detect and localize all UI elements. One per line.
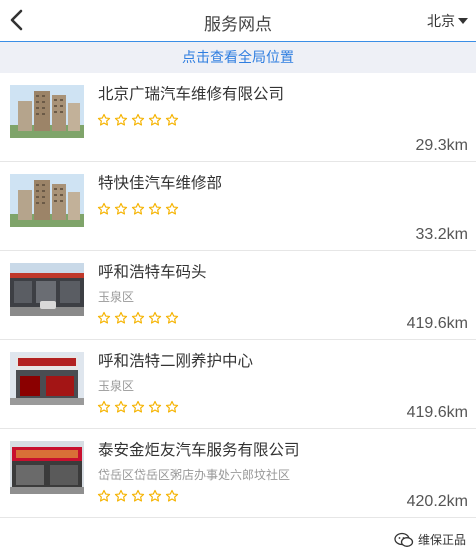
service-outlet-list: 北京广瑞汽车维修有限公司 29.3km 特快佳汽车维修部 33.2km 呼和浩特… bbox=[0, 73, 476, 518]
distance-label: 419.6km bbox=[406, 315, 468, 332]
star-icon bbox=[114, 489, 128, 502]
apartment-building-photo bbox=[10, 85, 84, 138]
distance-label: 419.6km bbox=[406, 404, 468, 421]
distance-label: 29.3km bbox=[415, 137, 468, 154]
rating-stars bbox=[97, 489, 179, 503]
star-icon bbox=[97, 489, 111, 502]
list-item[interactable]: 呼和浩特车码头 玉泉区 419.6km bbox=[0, 251, 476, 340]
star-icon bbox=[114, 202, 128, 215]
outlet-name: 呼和浩特车码头 bbox=[98, 264, 207, 281]
star-icon bbox=[131, 113, 145, 126]
star-icon bbox=[97, 311, 111, 324]
outlet-name: 呼和浩特二刚养护中心 bbox=[98, 353, 254, 370]
city-selector[interactable]: 北京 bbox=[427, 11, 468, 31]
page-title: 服务网点 bbox=[204, 15, 272, 34]
outlet-name: 特快佳汽车维修部 bbox=[98, 175, 223, 192]
star-icon bbox=[148, 489, 162, 502]
district-label: 玉泉区 bbox=[98, 290, 135, 304]
star-icon bbox=[165, 202, 179, 215]
star-icon bbox=[165, 489, 179, 502]
star-icon bbox=[97, 400, 111, 413]
star-icon bbox=[131, 400, 145, 413]
list-item[interactable]: 特快佳汽车维修部 33.2km bbox=[0, 162, 476, 251]
district-label: 玉泉区 bbox=[98, 379, 135, 393]
outlet-name: 泰安金炬友汽车服务有限公司 bbox=[98, 442, 300, 459]
star-icon bbox=[165, 113, 179, 126]
star-icon bbox=[165, 400, 179, 413]
list-item[interactable]: 北京广瑞汽车维修有限公司 29.3km bbox=[0, 73, 476, 162]
garage-storefront-photo bbox=[10, 263, 84, 316]
top-nav-bar: 服务网点 北京 bbox=[0, 0, 476, 42]
caret-down-icon bbox=[458, 18, 468, 24]
list-item[interactable]: 泰安金炬友汽车服务有限公司 岱岳区岱岳区粥店办事处六郎坟社区 420.2km bbox=[0, 429, 476, 518]
red-storefront-photo bbox=[10, 352, 84, 405]
star-icon bbox=[148, 202, 162, 215]
star-icon bbox=[114, 311, 128, 324]
star-icon bbox=[148, 400, 162, 413]
rating-stars bbox=[97, 311, 179, 325]
distance-label: 33.2km bbox=[415, 226, 468, 243]
watermark: 维保正品 bbox=[394, 531, 466, 548]
watermark-text: 维保正品 bbox=[417, 533, 466, 547]
star-icon bbox=[114, 113, 128, 126]
district-label: 岱岳区岱岳区粥店办事处六郎坟社区 bbox=[98, 468, 291, 482]
outlet-name: 北京广瑞汽车维修有限公司 bbox=[98, 86, 285, 103]
list-item[interactable]: 呼和浩特二刚养护中心 玉泉区 419.6km bbox=[0, 340, 476, 429]
star-icon bbox=[131, 311, 145, 324]
signboard-storefront-photo bbox=[10, 441, 84, 494]
rating-stars bbox=[97, 400, 179, 414]
star-icon bbox=[131, 202, 145, 215]
star-icon bbox=[114, 400, 128, 413]
wechat-icon bbox=[394, 532, 414, 547]
apartment-building-photo bbox=[10, 174, 84, 227]
star-icon bbox=[148, 311, 162, 324]
view-global-location-link[interactable]: 点击查看全局位置 bbox=[0, 42, 476, 73]
city-label: 北京 bbox=[427, 13, 455, 29]
rating-stars bbox=[97, 113, 179, 127]
rating-stars bbox=[97, 202, 179, 216]
star-icon bbox=[165, 311, 179, 324]
distance-label: 420.2km bbox=[406, 493, 468, 510]
star-icon bbox=[131, 489, 145, 502]
star-icon bbox=[97, 202, 111, 215]
star-icon bbox=[97, 113, 111, 126]
star-icon bbox=[148, 113, 162, 126]
